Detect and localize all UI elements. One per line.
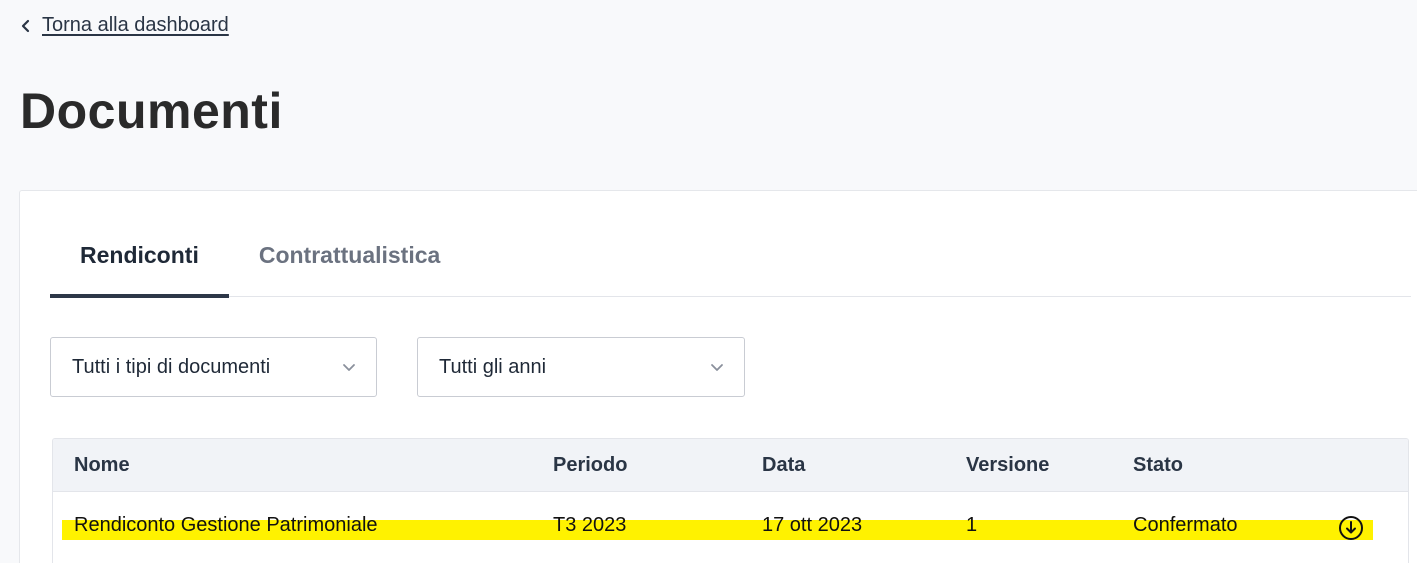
chevron-left-icon <box>21 19 30 32</box>
tab-rendiconti[interactable]: Rendiconti <box>50 230 229 298</box>
column-header-data[interactable]: Data <box>762 454 805 477</box>
document-type-value: Tutti i tipi di documenti <box>72 355 271 378</box>
cell-periodo: T3 2023 <box>553 514 627 536</box>
page-title: Documenti <box>20 83 283 139</box>
column-header-periodo[interactable]: Periodo <box>553 454 627 477</box>
column-header-nome[interactable]: Nome <box>74 454 130 477</box>
download-circle-icon <box>1339 516 1363 540</box>
year-value: Tutti gli anni <box>439 355 547 378</box>
cell-data: 17 ott 2023 <box>762 514 863 536</box>
column-header-versione[interactable]: Versione <box>966 454 1049 477</box>
documents-table: Nome Periodo Data Versione Stato Rendico… <box>52 438 1409 563</box>
documents-page: Torna alla dashboard Documenti Rendicont… <box>0 0 1417 563</box>
tab-contrattualistica[interactable]: Contrattualistica <box>229 230 470 297</box>
tab-bar: Rendiconti Contrattualistica <box>50 230 1411 298</box>
chevron-down-icon <box>711 363 723 371</box>
table-row[interactable]: Rendiconto Gestione Patrimoniale T3 2023… <box>53 492 1408 563</box>
back-link-label: Torna alla dashboard <box>42 14 229 36</box>
back-to-dashboard-link[interactable]: Torna alla dashboard <box>20 14 229 37</box>
download-button[interactable] <box>1338 515 1364 541</box>
column-header-stato[interactable]: Stato <box>1133 454 1183 477</box>
table-header: Nome Periodo Data Versione Stato <box>53 439 1408 492</box>
cell-stato: Confermato <box>1133 514 1238 536</box>
document-type-select[interactable]: Tutti i tipi di documenti <box>50 337 377 397</box>
chevron-down-icon <box>343 363 355 371</box>
cell-versione: 1 <box>966 514 978 536</box>
year-select[interactable]: Tutti gli anni <box>417 337 745 397</box>
cell-nome: Rendiconto Gestione Patrimoniale <box>74 514 378 536</box>
